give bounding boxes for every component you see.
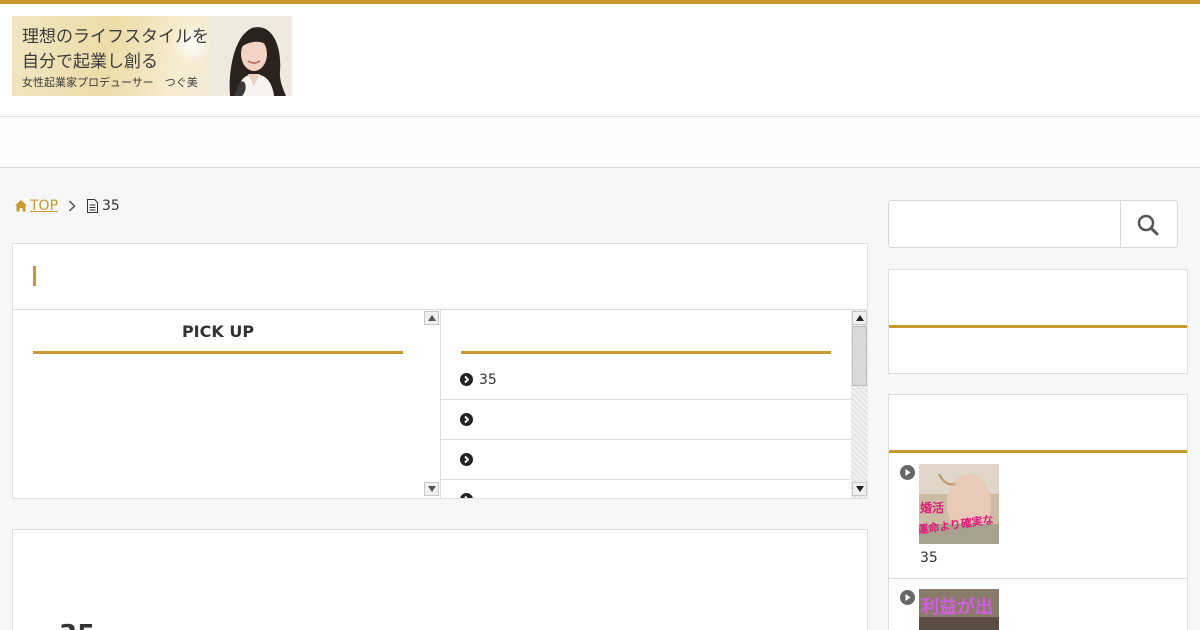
circle-chevron-icon (460, 493, 473, 498)
chevron-right-icon (68, 200, 76, 212)
post-thumbnail[interactable]: 婚活 運命より確実な (919, 464, 999, 544)
scroll-up-button[interactable] (424, 311, 439, 325)
sidebar-post[interactable]: 婚活 運命より確実な 35 (889, 463, 1187, 578)
sidebar-post-title: 35 (920, 550, 938, 566)
logo-line-2: 自分で起業し創る (22, 52, 158, 72)
list-item[interactable]: 35 (441, 360, 851, 400)
article-card: 35 (12, 529, 868, 630)
svg-text:婚活: 婚活 (920, 500, 944, 515)
global-nav (0, 117, 1200, 168)
search-divider (1120, 201, 1121, 247)
post-list: 35 (440, 310, 851, 498)
scroll-down-button[interactable] (852, 482, 867, 496)
site-header: 理想のライフスタイルを 自分で起業し創る 女性起業家プロデューサー つぐ美 (0, 4, 1200, 117)
logo-line-1: 理想のライフスタイルを (22, 27, 209, 47)
pickup-panel: PICK UP 35 (12, 243, 868, 499)
scrollbar-thumb[interactable] (852, 326, 867, 386)
heading-accent (33, 266, 36, 286)
circle-chevron-icon (460, 413, 473, 426)
sidebar-posts-widget: 婚活 運命より確実な 35 利益が出 (888, 394, 1188, 630)
play-circle-icon (900, 465, 915, 480)
pickup-underline (33, 351, 403, 354)
widget-underline (889, 450, 1187, 453)
pickup-scrollbar[interactable] (423, 310, 440, 498)
triangle-down-icon (856, 486, 864, 492)
circle-chevron-icon (460, 373, 473, 386)
home-icon (15, 200, 27, 212)
logo-line-3: 女性起業家プロデューサー つぐ美 (22, 76, 198, 89)
circle-chevron-icon (460, 453, 473, 466)
post-thumbnail[interactable]: 利益が出 (919, 589, 999, 630)
sidebar-widget (888, 269, 1188, 374)
list-item[interactable] (441, 400, 851, 440)
panel-header (13, 244, 867, 310)
triangle-up-icon (856, 315, 864, 321)
search-input[interactable] (889, 201, 1120, 247)
search-box (888, 200, 1178, 248)
breadcrumb-top-link[interactable]: TOP (30, 198, 58, 214)
scroll-up-button[interactable] (852, 311, 867, 325)
breadcrumb: TOP 35 (14, 198, 120, 214)
list-item[interactable] (441, 440, 851, 480)
list-underline (461, 351, 831, 354)
scroll-down-button[interactable] (424, 482, 439, 496)
triangle-down-icon (428, 486, 436, 492)
sidebar-post[interactable]: 利益が出 (889, 589, 1187, 630)
list-item[interactable] (441, 480, 851, 498)
pickup-column: PICK UP (13, 310, 440, 498)
site-logo[interactable]: 理想のライフスタイルを 自分で起業し創る 女性起業家プロデューサー つぐ美 (12, 16, 292, 96)
search-icon[interactable] (1137, 214, 1159, 236)
svg-text:利益が出: 利益が出 (921, 596, 993, 618)
pickup-title: PICK UP (181, 322, 255, 341)
article-title: 35 (59, 620, 95, 630)
triangle-up-icon (428, 315, 436, 321)
breadcrumb-current: 35 (102, 198, 120, 214)
document-icon (87, 199, 99, 213)
list-item-label: 35 (479, 372, 497, 388)
list-scrollbar[interactable] (851, 310, 868, 498)
widget-underline (889, 325, 1187, 328)
post-divider (889, 578, 1187, 579)
play-circle-icon (900, 590, 915, 605)
logo-portrait (212, 16, 292, 96)
